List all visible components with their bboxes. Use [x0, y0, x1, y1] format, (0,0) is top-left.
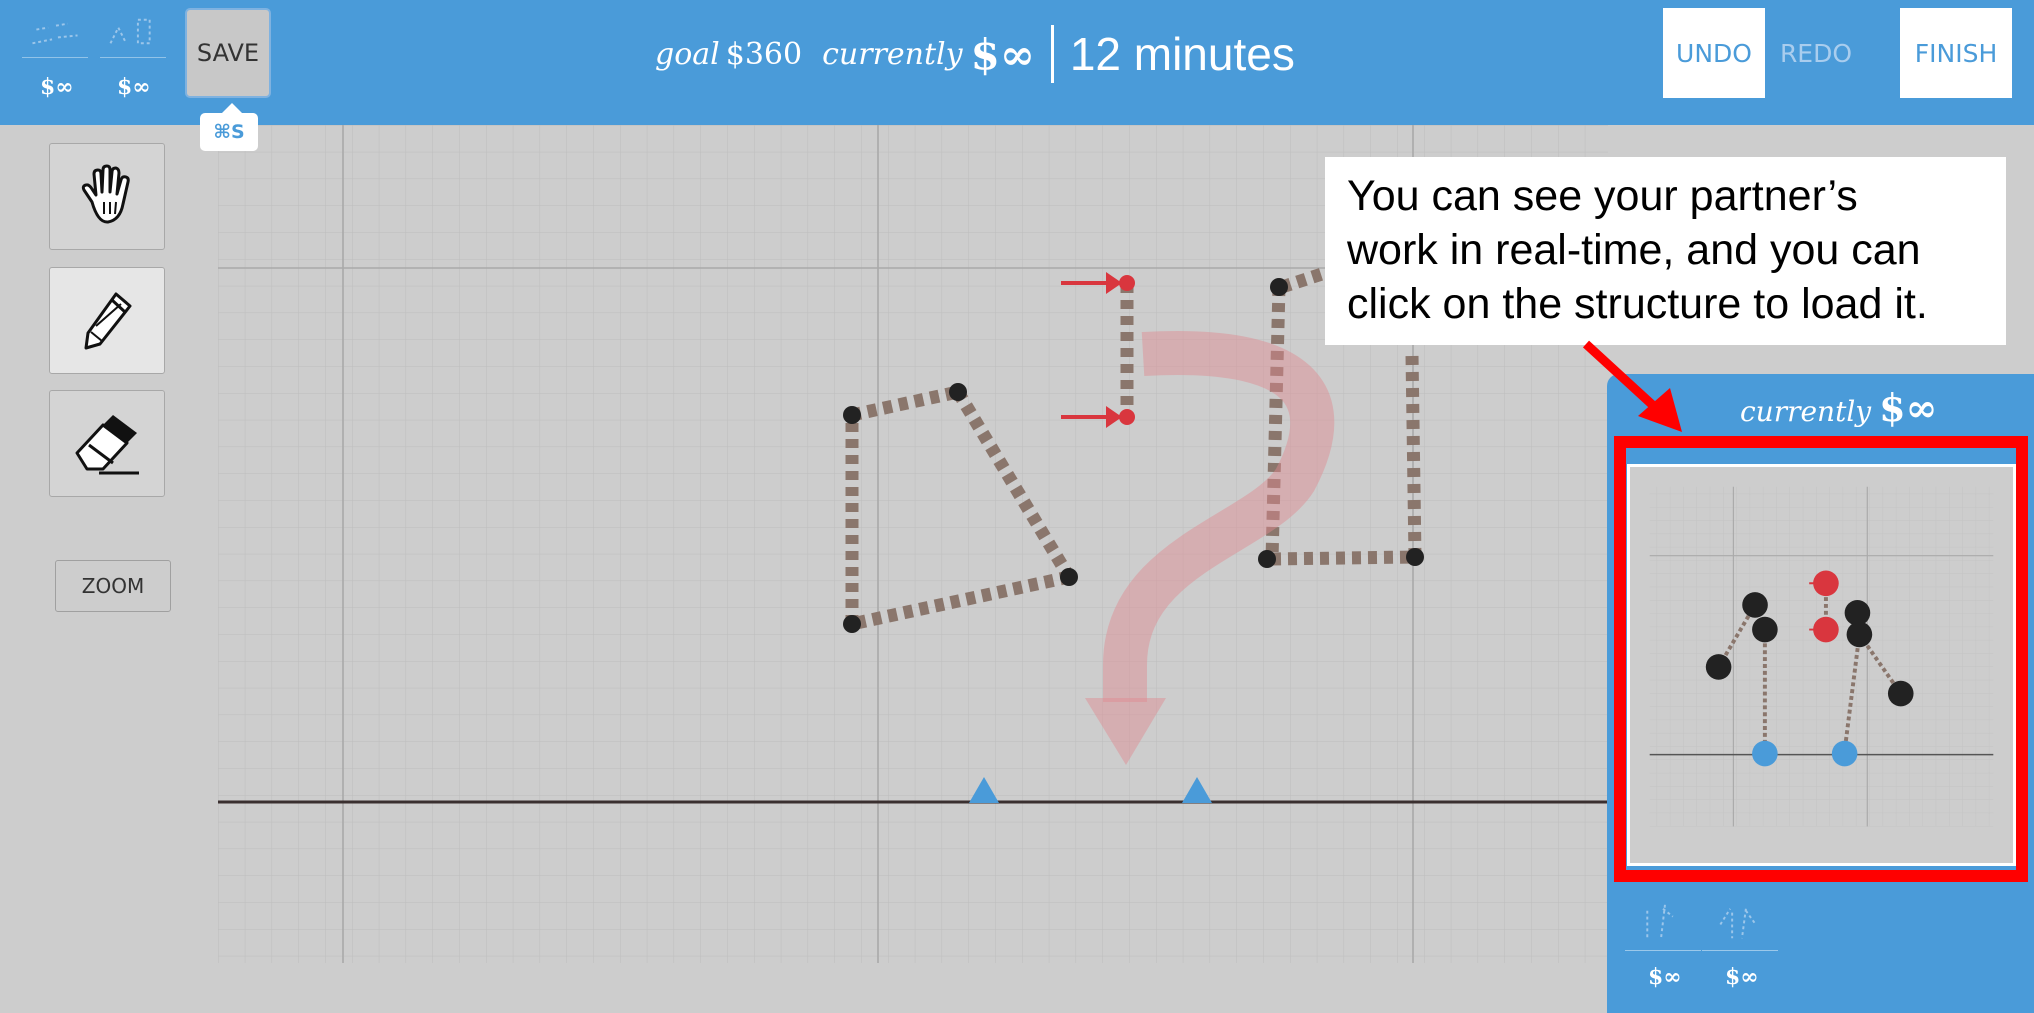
- finish-button[interactable]: FINISH: [1900, 8, 2012, 98]
- budget-status: goal $360 currently $∞ 12 minutes: [655, 18, 1295, 90]
- saved-design-cost-2: $∞: [117, 74, 151, 100]
- time-remaining: 12 minutes: [1069, 28, 1295, 80]
- callout-pointer-arrow-icon: [1582, 340, 1682, 432]
- top-bar: $∞ $∞ SAVE goal $360 currently $∞ 12 min…: [0, 0, 2034, 125]
- goal-label: goal: [655, 36, 720, 72]
- partner-structure-preview[interactable]: [1627, 464, 2016, 866]
- partner-saved-design-thumbnail-2[interactable]: [1702, 895, 1778, 951]
- hand-tool-button[interactable]: [49, 143, 165, 250]
- current-cost-value: $∞: [970, 29, 1035, 79]
- eraser-tool-button[interactable]: [49, 390, 165, 497]
- eraser-icon: [75, 414, 139, 474]
- callout-line-1: You can see your partner’s: [1347, 172, 1858, 220]
- hand-icon: [81, 164, 130, 224]
- goal-value: $360: [725, 36, 803, 72]
- saved-design-cost-1: $∞: [40, 74, 74, 100]
- current-cost-label: currently: [822, 36, 963, 72]
- saved-design-thumbnail-2[interactable]: [100, 8, 166, 58]
- callout-line-3: click on the structure to load it.: [1347, 280, 1928, 328]
- zoom-button[interactable]: ZOOM: [55, 560, 171, 612]
- pencil-icon: [84, 292, 132, 349]
- undo-button[interactable]: UNDO: [1663, 8, 1765, 98]
- tutorial-callout: You can see your partner’s work in real-…: [1325, 157, 2006, 345]
- partner-cost-status: currently $∞: [1740, 385, 1937, 430]
- status-divider: [1050, 25, 1054, 83]
- partner-saved-design-cost-1: $∞: [1648, 964, 1682, 990]
- save-shortcut-tooltip: ⌘S: [200, 103, 258, 151]
- partner-saved-design-cost-2: $∞: [1725, 964, 1759, 990]
- save-button[interactable]: SAVE: [185, 8, 271, 98]
- saved-design-thumbnail-1[interactable]: [22, 8, 88, 58]
- pencil-tool-button[interactable]: [49, 267, 165, 374]
- partner-current-label: currently: [1740, 395, 1872, 428]
- callout-line-2: work in real-time, and you can: [1347, 226, 1921, 274]
- partner-saved-design-thumbnail-1[interactable]: [1625, 895, 1701, 951]
- partner-current-value: $∞: [1879, 385, 1938, 430]
- redo-button[interactable]: REDO: [1767, 8, 1865, 98]
